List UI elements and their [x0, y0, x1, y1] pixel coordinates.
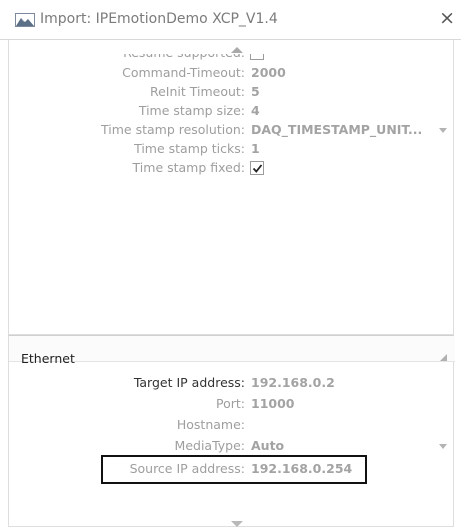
property-value[interactable]: 192.168.0.2	[251, 374, 335, 392]
property-row-time-stamp-fixed: Time stamp fixed:	[9, 159, 455, 177]
property-row-port: Port: 11000	[9, 395, 455, 413]
scroll-down-arrow-icon[interactable]	[231, 521, 243, 527]
property-row-time-stamp-size: Time stamp size: 4	[9, 102, 455, 120]
property-label: Port:	[216, 396, 245, 411]
partial-row-resume-supported: Resume supported:	[9, 54, 455, 62]
property-row-time-stamp-ticks: Time stamp ticks: 1	[9, 140, 455, 158]
property-value-dropdown[interactable]: DAQ_TIMESTAMP_UNIT...	[251, 121, 422, 139]
property-row-media-type: MediaType: Auto	[9, 437, 455, 455]
property-value-dropdown[interactable]: Auto	[251, 437, 284, 455]
property-row-target-ip: Target IP address: 192.168.0.2	[9, 374, 455, 392]
property-label: Time stamp resolution:	[101, 122, 245, 137]
property-value[interactable]: 1	[251, 140, 260, 158]
property-label: Hostname:	[176, 417, 245, 432]
property-value[interactable]: 4	[251, 102, 260, 120]
dropdown-arrow-icon[interactable]	[439, 444, 447, 449]
dropdown-arrow-icon[interactable]	[439, 128, 447, 133]
property-row-command-timeout: Command-Timeout: 2000	[9, 64, 455, 82]
window-title: Import: IPEmotionDemo XCP_V1.4	[40, 11, 278, 27]
property-value[interactable]: 5	[251, 83, 260, 101]
ethernet-section-header[interactable]: Ethernet	[9, 336, 455, 366]
property-label: MediaType:	[174, 438, 245, 453]
title-bar: Import: IPEmotionDemo XCP_V1.4 ×	[0, 0, 461, 40]
source-ip-highlight-box	[101, 455, 367, 484]
property-row-reinit-timeout: ReInit Timeout: 5	[9, 83, 455, 101]
time-stamp-fixed-checkbox[interactable]	[250, 161, 264, 175]
section-title: Ethernet	[21, 351, 75, 366]
property-label: Time stamp size:	[138, 103, 245, 118]
property-label: Time stamp ticks:	[134, 141, 245, 156]
close-button[interactable]: ×	[439, 9, 455, 28]
property-label: Time stamp fixed:	[132, 160, 245, 175]
property-value[interactable]: 11000	[251, 395, 295, 413]
property-label: Command-Timeout:	[122, 65, 245, 80]
property-label: Resume supported:	[123, 54, 245, 62]
property-row-hostname: Hostname:	[9, 416, 455, 434]
general-settings-panel: Resume supported: Command-Timeout: 2000 …	[8, 40, 454, 335]
property-label: Target IP address:	[133, 375, 245, 390]
ethernet-panel: Ethernet Target IP address: 192.168.0.2 …	[8, 335, 455, 527]
mountain-image-icon	[15, 13, 35, 27]
property-row-time-stamp-resolution: Time stamp resolution: DAQ_TIMESTAMP_UNI…	[9, 121, 455, 139]
scroll-up-arrow-icon[interactable]	[231, 47, 243, 53]
collapse-triangle-icon[interactable]	[440, 354, 447, 361]
property-value[interactable]: 2000	[251, 64, 286, 82]
property-label: ReInit Timeout:	[149, 84, 245, 99]
resume-supported-checkbox[interactable]	[250, 54, 264, 60]
checkmark-icon	[252, 164, 263, 173]
